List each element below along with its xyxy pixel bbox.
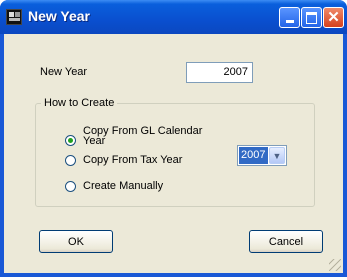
new-year-input[interactable]: 2007 bbox=[186, 62, 253, 83]
radio-copy-gl-calendar[interactable] bbox=[65, 135, 76, 146]
radio-selected-dot bbox=[68, 138, 73, 143]
app-icon bbox=[6, 9, 22, 25]
minimize-button[interactable] bbox=[279, 7, 300, 28]
close-button[interactable]: ✕ bbox=[323, 7, 344, 28]
radio-label-copy-gl-calendar[interactable]: Copy From GL Calendar Year bbox=[83, 126, 202, 147]
radio-create-manually[interactable] bbox=[65, 181, 76, 192]
minimize-icon bbox=[285, 20, 294, 23]
radio-label-copy-tax-year[interactable]: Copy From Tax Year bbox=[83, 154, 182, 166]
tax-year-select-value: 2007 bbox=[239, 147, 268, 164]
dialog-body: New Year 2007 How to Create Copy From GL… bbox=[4, 34, 343, 273]
window-title: New Year bbox=[28, 8, 91, 24]
radio-label-create-manually[interactable]: Create Manually bbox=[83, 180, 163, 192]
how-to-create-legend: How to Create bbox=[41, 97, 118, 109]
radio-label-copy-gl-line2: Year bbox=[83, 135, 106, 147]
title-bar[interactable]: New Year ✕ bbox=[0, 0, 347, 34]
resize-grip-icon[interactable] bbox=[329, 259, 341, 271]
ok-button[interactable]: OK bbox=[39, 230, 113, 253]
cancel-button[interactable]: Cancel bbox=[249, 230, 323, 253]
close-icon: ✕ bbox=[327, 9, 340, 26]
maximize-icon bbox=[306, 11, 317, 24]
dialog-window: New Year ✕ New Year 2007 How to Create C… bbox=[0, 0, 347, 277]
chevron-down-icon[interactable]: ▼ bbox=[269, 147, 285, 164]
maximize-button[interactable] bbox=[301, 7, 322, 28]
radio-copy-tax-year[interactable] bbox=[65, 155, 76, 166]
new-year-label: New Year bbox=[40, 66, 88, 78]
tax-year-select[interactable]: 2007 ▼ bbox=[237, 145, 287, 166]
